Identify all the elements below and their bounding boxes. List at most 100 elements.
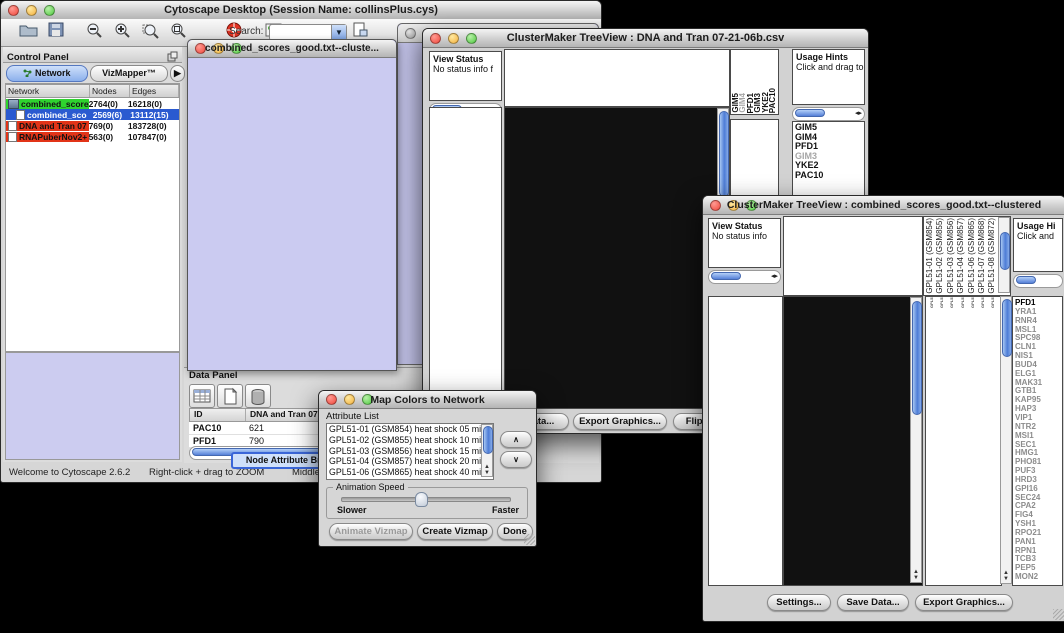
tv1-heatmap[interactable]: ▲▼ [504, 107, 730, 409]
column-label[interactable]: PAC10 [769, 88, 776, 113]
zoom-fit-icon[interactable] [167, 22, 189, 42]
cell-id: PAC10 [189, 422, 245, 434]
tab-overflow-arrow[interactable]: ▶ [170, 65, 185, 82]
attribute-list-vscrollbar[interactable]: ▲▼ [481, 424, 493, 477]
treeview2-titlebar[interactable]: ClusterMaker TreeView : combined_scores_… [703, 196, 1064, 215]
scroll-arrows-icon[interactable]: ▲▼ [1001, 570, 1011, 582]
scrollbar-thumb[interactable] [1000, 232, 1010, 270]
tv2-gene-labels-box: PFD1YRA1RNR4MSL1SPC98CLN1NIS1BUD4ELG1MAK… [1012, 296, 1063, 586]
column-label[interactable]: GPL51-07 (GSM868) [977, 218, 987, 294]
save-icon[interactable] [45, 22, 67, 42]
attribute-item[interactable]: GPL51-04 (GSM857) heat shock 20 min [327, 456, 493, 467]
tab-vizmapper[interactable]: VizMapper™ [90, 65, 168, 82]
attribute-item[interactable]: GPL51-07 (GSM868) heat shock 60 min [327, 478, 493, 480]
column-label[interactable]: GPL51-02 (GSM855) [935, 218, 945, 294]
chevron-down-icon[interactable]: ▼ [331, 25, 346, 40]
create-vizmap-button[interactable]: Create Vizmap [417, 523, 493, 540]
close-icon[interactable] [405, 28, 416, 39]
column-label-micro: GPL51-08 (GSM872) [988, 297, 998, 308]
attribute-item[interactable]: GPL51-02 (GSM855) heat shock 10 min [327, 435, 493, 446]
tv2-status-scrollbar[interactable]: ◂▸ [708, 270, 781, 284]
slider-thumb[interactable] [415, 492, 428, 507]
gene-label[interactable]: MON2 [1015, 573, 1042, 582]
move-down-button[interactable]: ∨ [500, 451, 532, 468]
network-row-selected[interactable]: combined_sco 2569(6) 13112(15) [6, 109, 179, 120]
move-up-button[interactable]: ∧ [500, 431, 532, 448]
column-label-micro: GPL51-03 (GSM856) [947, 297, 957, 308]
row-label[interactable]: PAC10 [795, 171, 823, 181]
scrollbar-thumb[interactable] [483, 426, 493, 454]
search-label: Search: [229, 26, 263, 37]
tv2-column-dendrogram[interactable] [783, 216, 923, 296]
network-view-titlebar[interactable]: combined_scores_good.txt--cluste... [188, 40, 396, 58]
treeview1-title: ClusterMaker TreeView : DNA and Tran 07-… [423, 32, 868, 44]
main-window-titlebar[interactable]: Cytoscape Desktop (Session Name: collins… [1, 1, 601, 20]
new-attribute-icon[interactable] [217, 384, 243, 408]
attribute-item[interactable]: GPL51-03 (GSM856) heat shock 15 min [327, 446, 493, 457]
tv2-detail-vscrollbar[interactable]: ▲▼ [1000, 296, 1012, 584]
tv2-settings-button[interactable]: Settings... [767, 594, 831, 611]
dialog-titlebar[interactable]: Map Colors to Network [319, 391, 536, 409]
open-folder-icon[interactable] [17, 22, 39, 42]
column-label[interactable]: GPL51-01 (GSM854) [925, 218, 935, 294]
scrollbar-thumb[interactable] [1002, 299, 1012, 357]
attribute-item[interactable]: GPL51-06 (GSM865) heat shock 40 min [327, 467, 493, 478]
tv2-labels-vscrollbar[interactable] [998, 217, 1010, 293]
scrollbar-thumb[interactable] [711, 272, 741, 280]
column-label[interactable]: GPL51-08 (GSM872) [987, 218, 997, 294]
scrollbar-thumb[interactable] [912, 301, 922, 415]
network-name: RNAPuberNov2+ [19, 132, 87, 142]
animation-speed-group: Animation Speed Slower Faster [326, 487, 528, 519]
zoom-in-icon[interactable] [111, 22, 133, 42]
resize-grip[interactable] [1053, 609, 1064, 620]
tv1-row-dendrogram[interactable] [429, 107, 502, 409]
scroll-arrows-icon[interactable]: ▲▼ [482, 464, 492, 476]
network-row-combined-scores[interactable]: combined_scores 2764(0) 16218(0) [6, 98, 179, 109]
network-canvas[interactable] [189, 58, 393, 368]
tv2-heatmap[interactable]: ▲▼ [783, 296, 923, 586]
column-header[interactable]: Network [6, 85, 90, 97]
column-header[interactable]: Edges [130, 85, 179, 97]
tv1-column-dendrogram[interactable] [504, 49, 730, 107]
network-list: Network Nodes Edges combined_scores 2764… [5, 83, 180, 352]
attribute-listbox[interactable]: GPL51-01 (GSM854) heat shock 05 minGPL51… [326, 423, 494, 480]
column-header[interactable]: Nodes [90, 85, 130, 97]
column-label[interactable]: GPL51-04 (GSM857) [956, 218, 966, 294]
tv2-hints-scrollbar[interactable] [1013, 274, 1063, 288]
attribute-item[interactable]: GPL51-01 (GSM854) heat shock 05 min [327, 424, 493, 435]
scrollbar-thumb[interactable] [719, 111, 729, 197]
scroll-arrows-icon[interactable]: ◂▸ [855, 110, 862, 118]
delete-attribute-icon[interactable] [245, 384, 271, 408]
treeview1-titlebar[interactable]: ClusterMaker TreeView : DNA and Tran 07-… [423, 29, 868, 48]
scrollbar-thumb[interactable] [795, 109, 825, 117]
birdseye-view[interactable] [5, 352, 180, 460]
document-icon [8, 121, 17, 131]
column-header-id[interactable]: ID [190, 409, 246, 421]
control-panel-title: Control Panel [3, 52, 69, 63]
scroll-arrows-icon[interactable]: ▲▼ [911, 569, 921, 581]
tv2-column-labels: GPL51-01 (GSM854)GPL51-02 (GSM855)GPL51-… [925, 218, 998, 294]
network-row-dna-tran[interactable]: DNA and Tran 07 769(0) 183728(0) [6, 120, 179, 131]
attribute-list-label: Attribute List [326, 411, 379, 422]
tab-network[interactable]: Network [6, 65, 88, 82]
scrollbar-thumb[interactable] [1016, 276, 1036, 284]
tv1-mini-matrix[interactable] [732, 122, 776, 167]
tv2-save-data-button[interactable]: Save Data... [837, 594, 909, 611]
zoom-out-icon[interactable] [83, 22, 105, 42]
network-row-rnapuber[interactable]: RNAPuberNov2+ 563(0) 107847(0) [6, 131, 179, 142]
column-label[interactable]: GPL51-06 (GSM865) [967, 218, 977, 294]
animate-vizmap-button[interactable]: Animate Vizmap [329, 523, 413, 540]
tv2-detail-view[interactable]: GPL51-01 (GSM854)GPL51-02 (GSM855)GPL51-… [925, 296, 1002, 586]
tv1-export-graphics-button[interactable]: Export Graphics... [573, 413, 667, 430]
tv2-export-graphics-button[interactable]: Export Graphics... [915, 594, 1013, 611]
tv1-hints-scrollbar[interactable]: ◂▸ [792, 107, 865, 121]
dialog-title: Map Colors to Network [319, 394, 536, 406]
tv2-row-dendrogram[interactable] [708, 296, 783, 586]
column-label[interactable]: GPL51-03 (GSM856) [946, 218, 956, 294]
scroll-arrows-icon[interactable]: ◂▸ [771, 273, 778, 281]
zoom-selected-icon[interactable] [139, 22, 161, 42]
usage-hints-text: Click and drag to [793, 62, 864, 72]
resize-grip[interactable] [524, 534, 535, 545]
attribute-table-icon[interactable] [189, 384, 215, 408]
tv2-heatmap-vscrollbar[interactable]: ▲▼ [910, 297, 922, 583]
